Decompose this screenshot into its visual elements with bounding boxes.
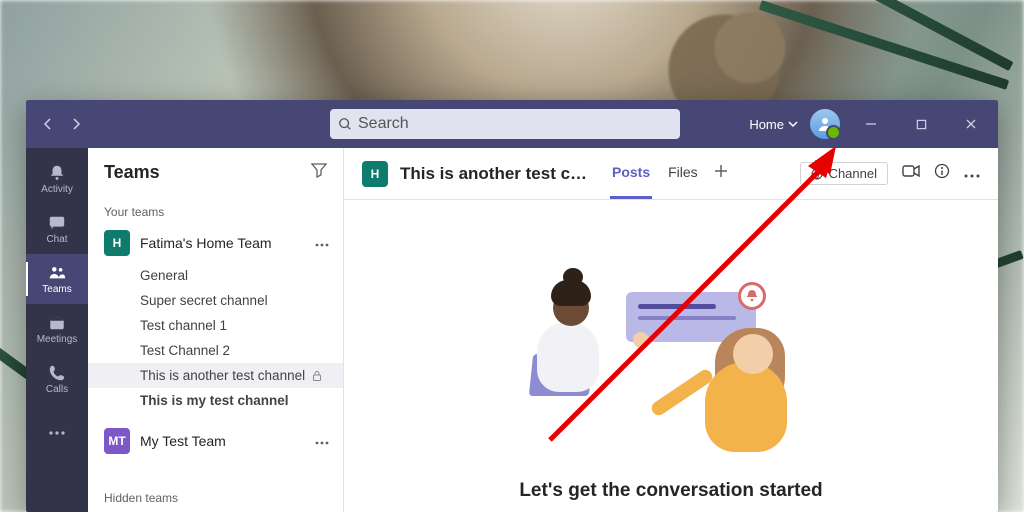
rail-label: Activity bbox=[41, 184, 73, 195]
video-icon bbox=[902, 164, 920, 178]
rail-teams[interactable]: Teams bbox=[26, 254, 88, 304]
channel-body: Let's get the conversation started bbox=[344, 200, 998, 512]
chat-icon bbox=[48, 214, 66, 232]
channel-label: This is another test channel bbox=[140, 368, 305, 383]
channel-team-avatar: H bbox=[362, 161, 388, 187]
info-button[interactable] bbox=[934, 163, 950, 184]
window-close-button[interactable] bbox=[952, 108, 990, 140]
tab-files[interactable]: Files bbox=[666, 148, 700, 199]
team-name: My Test Team bbox=[140, 433, 311, 449]
search-input[interactable]: Search bbox=[330, 109, 680, 139]
channel-label: Test Channel 2 bbox=[140, 343, 230, 358]
sidebar-heading: Teams bbox=[104, 162, 160, 183]
rail-label: Teams bbox=[42, 284, 71, 295]
rail-activity[interactable]: Activity bbox=[26, 154, 88, 204]
channel-label: General bbox=[140, 268, 188, 283]
more-options-button[interactable] bbox=[964, 165, 980, 183]
teams-sidebar: Teams Your teams H Fatima's Home Team Ge… bbox=[88, 148, 344, 512]
more-icon bbox=[964, 174, 980, 178]
channel-label: This is my test channel bbox=[140, 393, 289, 408]
team-row[interactable]: MT My Test Team bbox=[88, 421, 343, 461]
channel-chip-label: Channel bbox=[829, 166, 877, 181]
channel-chip[interactable]: Channel bbox=[800, 162, 888, 185]
add-tab-button[interactable] bbox=[714, 164, 728, 183]
channel-label: Test channel 1 bbox=[140, 318, 227, 333]
team-avatar: H bbox=[104, 230, 130, 256]
rail-meetings[interactable]: Meetings bbox=[26, 304, 88, 354]
meet-button[interactable] bbox=[902, 164, 920, 183]
team-more-button[interactable] bbox=[311, 428, 333, 454]
team-avatar: MT bbox=[104, 428, 130, 454]
org-switcher[interactable]: Home bbox=[749, 117, 798, 132]
channel-label: Super secret channel bbox=[140, 293, 268, 308]
channel-item[interactable]: General bbox=[88, 263, 343, 288]
tab-label: Posts bbox=[612, 164, 650, 180]
plus-icon bbox=[714, 164, 728, 178]
app-window: Search Home Activity Chat bbox=[26, 100, 998, 512]
filter-button[interactable] bbox=[311, 162, 327, 183]
channel-item-selected[interactable]: This is another test channel bbox=[88, 363, 343, 388]
rail-more[interactable] bbox=[26, 408, 88, 458]
forward-button[interactable] bbox=[62, 110, 90, 138]
info-icon bbox=[934, 163, 950, 179]
empty-state-illustration bbox=[541, 282, 801, 462]
title-bar: Search Home bbox=[26, 100, 998, 148]
window-minimize-button[interactable] bbox=[852, 108, 890, 140]
channel-item[interactable]: Test channel 1 bbox=[88, 313, 343, 338]
org-switcher-label: Home bbox=[749, 117, 784, 132]
search-icon bbox=[338, 117, 352, 131]
hidden-teams-label: Hidden teams bbox=[88, 483, 343, 509]
your-teams-label: Your teams bbox=[88, 197, 343, 223]
rail-label: Calls bbox=[46, 384, 68, 395]
channel-item-unread[interactable]: This is my test channel bbox=[88, 388, 343, 413]
team-name: Fatima's Home Team bbox=[140, 235, 311, 251]
tab-posts[interactable]: Posts bbox=[610, 148, 652, 199]
lock-icon bbox=[311, 370, 323, 382]
channel-item[interactable]: Super secret channel bbox=[88, 288, 343, 313]
channel-item[interactable]: Test Channel 2 bbox=[88, 338, 343, 363]
rail-chat[interactable]: Chat bbox=[26, 204, 88, 254]
notification-icon bbox=[738, 282, 766, 310]
chevron-down-icon bbox=[788, 119, 798, 129]
channel-title: This is another test ch… bbox=[400, 164, 590, 184]
channel-header: H This is another test ch… Posts Files C… bbox=[344, 148, 998, 200]
filter-icon bbox=[311, 162, 327, 178]
person-icon bbox=[817, 116, 833, 132]
content-pane: H This is another test ch… Posts Files C… bbox=[344, 148, 998, 512]
rail-label: Meetings bbox=[37, 334, 78, 345]
team-row[interactable]: H Fatima's Home Team bbox=[88, 223, 343, 263]
phone-icon bbox=[48, 364, 66, 382]
team-more-button[interactable] bbox=[311, 230, 333, 256]
calendar-icon bbox=[48, 314, 66, 332]
search-placeholder: Search bbox=[358, 115, 409, 133]
globe-icon bbox=[811, 168, 823, 180]
rail-calls[interactable]: Calls bbox=[26, 354, 88, 404]
back-button[interactable] bbox=[34, 110, 62, 138]
tab-label: Files bbox=[668, 164, 698, 180]
more-icon bbox=[48, 430, 66, 436]
rail-label: Chat bbox=[46, 234, 67, 245]
channel-tabs: Posts Files bbox=[610, 148, 728, 199]
bell-icon bbox=[48, 164, 66, 182]
profile-avatar[interactable] bbox=[810, 109, 840, 139]
window-maximize-button[interactable] bbox=[902, 108, 940, 140]
teams-icon bbox=[48, 264, 66, 282]
app-rail: Activity Chat Teams Meetings Calls bbox=[26, 148, 88, 512]
empty-state-title: Let's get the conversation started bbox=[519, 480, 822, 502]
